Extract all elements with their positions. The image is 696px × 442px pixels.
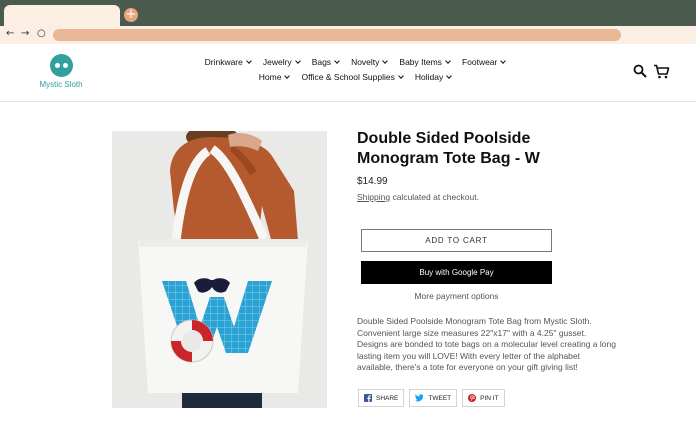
nav-item-holiday[interactable]: Holiday — [415, 71, 453, 86]
chevron-down-icon — [284, 73, 291, 79]
facebook-icon — [364, 394, 372, 402]
nav-item-novelty[interactable]: Novelty — [351, 56, 389, 71]
share-label: SHARE — [376, 394, 399, 402]
nav-item-home[interactable]: Home — [259, 71, 291, 86]
shipping-note: Shipping calculated at checkout. — [357, 192, 479, 202]
back-icon[interactable]: ← — [6, 27, 14, 41]
product-price: $14.99 — [357, 176, 388, 187]
browser-tab[interactable] — [4, 5, 120, 26]
share-twitter-button[interactable]: TWEET — [409, 389, 458, 407]
search-icon[interactable] — [633, 64, 647, 83]
chevron-down-icon — [334, 58, 340, 64]
forward-icon[interactable]: → — [21, 27, 29, 41]
nav-item-baby-items[interactable]: Baby Items — [399, 56, 451, 71]
nav-item-bags[interactable]: Bags — [312, 56, 340, 71]
cart-icon[interactable] — [653, 64, 670, 84]
pinterest-icon — [468, 394, 477, 402]
new-tab-button[interactable]: + — [124, 8, 138, 22]
product-image[interactable] — [112, 131, 327, 408]
address-bar[interactable] — [53, 29, 621, 41]
sloth-logo-icon — [49, 54, 73, 77]
more-payment-options-link[interactable]: More payment options — [361, 291, 552, 301]
chevron-down-icon — [398, 73, 404, 79]
logo-text: Mystic Sloth — [39, 80, 83, 89]
nav-item-footwear[interactable]: Footwear — [462, 56, 507, 71]
share-pinterest-button[interactable]: PIN IT — [462, 389, 505, 407]
nav-item-jewelry[interactable]: Jewelry — [263, 56, 301, 71]
product-description: Double Sided Poolside Monogram Tote Bag … — [357, 316, 616, 373]
chevron-down-icon — [445, 58, 451, 64]
share-buttons: SHARE TWEET PIN IT — [358, 389, 505, 407]
header-divider — [0, 101, 696, 102]
nav-item-drinkware[interactable]: Drinkware — [205, 56, 252, 71]
add-to-cart-button[interactable]: ADD TO CART — [361, 229, 552, 252]
shipping-link[interactable]: Shipping — [357, 192, 390, 202]
chevron-down-icon — [446, 73, 453, 79]
chevron-down-icon — [382, 58, 389, 64]
store-logo[interactable]: Mystic Sloth — [38, 54, 84, 89]
twitter-icon — [415, 394, 425, 402]
nav-item-office-school[interactable]: Office & School Supplies — [301, 71, 404, 86]
chevron-down-icon — [246, 58, 252, 64]
buy-with-google-pay-button[interactable]: Buy with Google Pay — [361, 261, 552, 284]
share-facebook-button[interactable]: SHARE — [358, 389, 405, 407]
chevron-down-icon — [294, 58, 301, 64]
pin-it-label: PIN IT — [480, 394, 499, 402]
product-title: Double Sided Poolside Monogram Tote Bag … — [357, 130, 540, 167]
main-nav: Drinkware Jewelry Bags Novelty Baby Item… — [170, 56, 540, 86]
chevron-down-icon — [500, 58, 507, 64]
reload-icon[interactable]: ○ — [37, 27, 46, 41]
tweet-label: TWEET — [428, 394, 452, 402]
